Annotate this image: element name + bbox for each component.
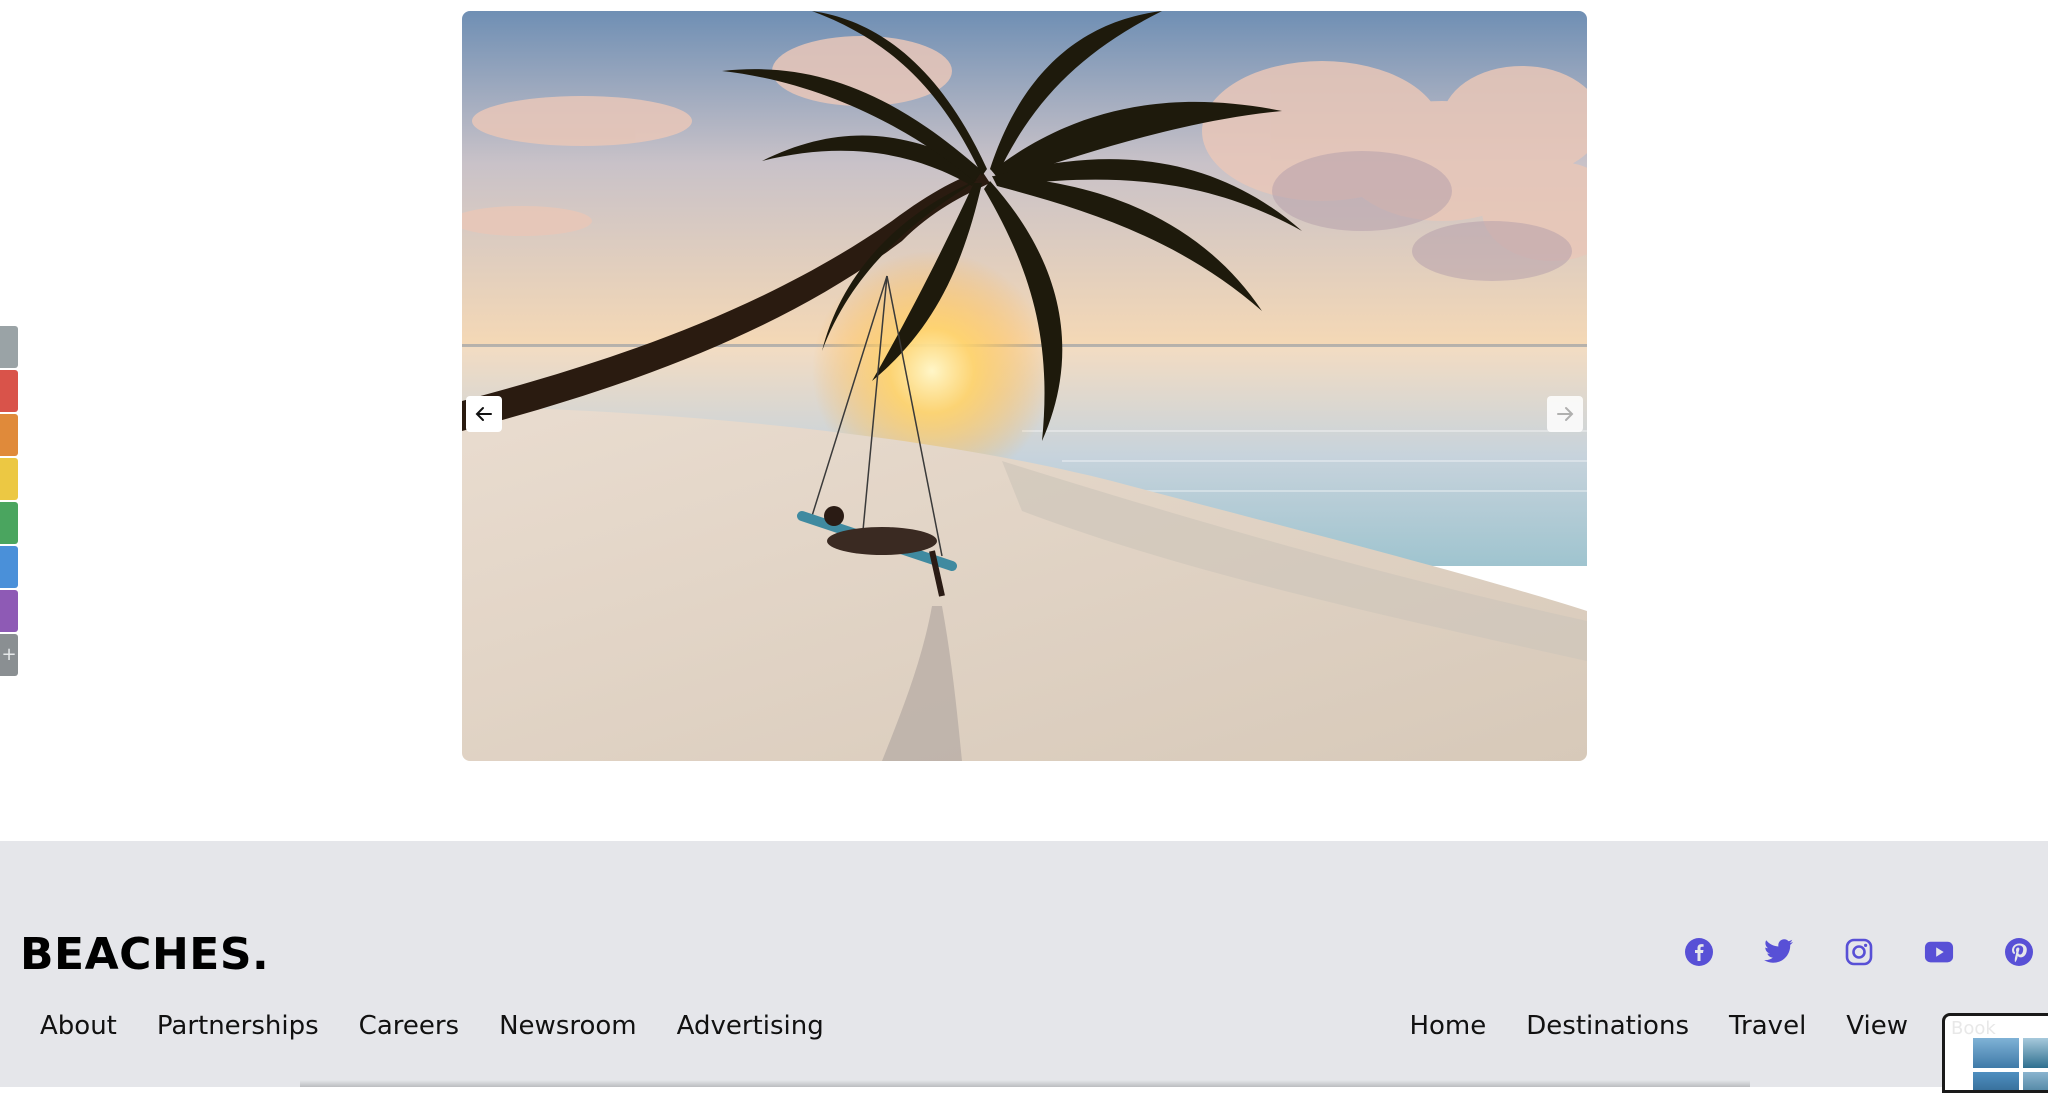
brand-logo[interactable]: BEACHES. [20,929,269,980]
footer-link-advertising[interactable]: Advertising [677,1011,824,1041]
footer-link-travel[interactable]: Travel [1729,1011,1806,1041]
instagram-icon[interactable] [1844,937,1874,967]
thumb-image [1973,1038,2019,1068]
footer-link-view[interactable]: View [1846,1011,1908,1041]
social-links [1684,937,2034,967]
site-footer: BEACHES. About Partnerships Careers News… [0,841,2048,1087]
twitter-icon[interactable] [1764,937,1794,967]
footer-link-destinations[interactable]: Destinations [1526,1011,1689,1041]
swatch-gray[interactable] [0,326,18,368]
footer-nav-right: Home Destinations Travel View [1409,1011,1908,1041]
swatch-blue[interactable] [0,546,18,588]
color-palette: + [0,326,18,676]
swatch-yellow[interactable] [0,458,18,500]
swatch-purple[interactable] [0,590,18,632]
footer-link-newsroom[interactable]: Newsroom [499,1011,637,1041]
booking-label: Book [1951,1018,1996,1039]
footer-link-partnerships[interactable]: Partnerships [157,1011,319,1041]
add-color-button[interactable]: + [0,634,18,676]
swatch-orange[interactable] [0,414,18,456]
arrow-right-icon [1557,407,1574,421]
thumb-image [1973,1072,2019,1090]
bottom-shadow [300,1080,1750,1087]
booking-preview-thumbnail[interactable]: Book [1942,1013,2048,1093]
carousel-prev-button[interactable] [466,396,502,432]
thumb-image [2023,1038,2048,1068]
carousel-next-button[interactable] [1547,396,1583,432]
swatch-green[interactable] [0,502,18,544]
pinterest-icon[interactable] [2004,937,2034,967]
hero-image-carousel [462,11,1587,761]
youtube-icon[interactable] [1924,937,1954,967]
footer-link-home[interactable]: Home [1409,1011,1486,1041]
footer-link-careers[interactable]: Careers [359,1011,459,1041]
arrow-left-icon [475,407,492,421]
hero-photo [462,11,1587,761]
swatch-red[interactable] [0,370,18,412]
footer-link-about[interactable]: About [40,1011,117,1041]
thumb-image [2023,1072,2048,1090]
facebook-icon[interactable] [1684,937,1714,967]
footer-nav-left: About Partnerships Careers Newsroom Adve… [40,1011,824,1041]
